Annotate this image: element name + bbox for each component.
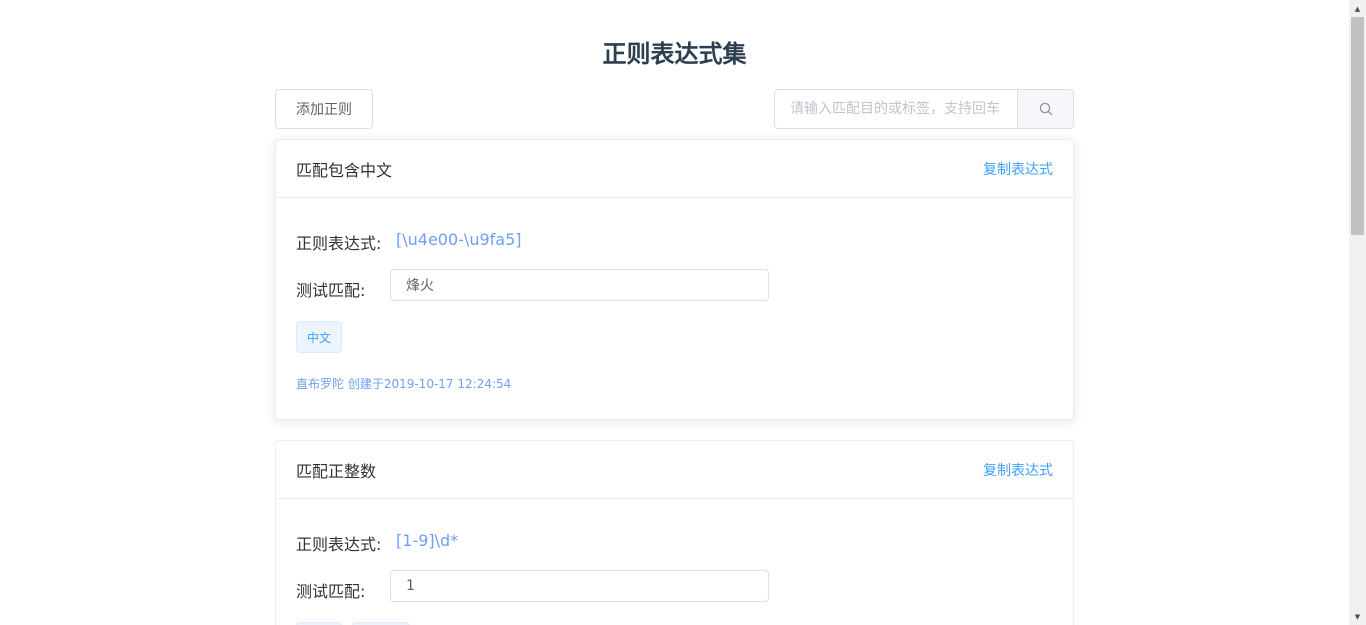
page-title: 正则表达式集: [602, 40, 747, 68]
regex-value: [\u4e00-\u9fa5]: [396, 230, 522, 249]
test-label: 测试匹配:: [296, 281, 366, 300]
scroll-up-arrow-icon[interactable]: ▲: [1349, 0, 1366, 17]
regex-label: 正则表达式:: [296, 535, 382, 554]
test-label: 测试匹配:: [296, 582, 366, 601]
add-regex-button[interactable]: 添加正则: [275, 89, 373, 129]
regex-card: 匹配正整数 复制表达式 正则表达式: [1-9]\d* 测试匹配:: [275, 440, 1074, 625]
search-button[interactable]: [1017, 89, 1074, 129]
regex-label: 正则表达式:: [296, 234, 382, 253]
tag[interactable]: 中文: [296, 321, 343, 353]
page: 正则表达式集 添加正则 匹配包含中文 复制表达式 正则表达式: [: [0, 0, 1366, 625]
search-group: [774, 89, 1074, 129]
scroll-down-arrow-icon[interactable]: ▼: [1349, 608, 1366, 625]
regex-value: [1-9]\d*: [396, 531, 459, 550]
card-title: 匹配正整数: [296, 461, 377, 481]
test-match-input[interactable]: [390, 570, 769, 602]
scroll-thumb[interactable]: [1351, 17, 1364, 235]
copy-regex-link[interactable]: 复制表达式: [983, 460, 1053, 480]
test-match-input[interactable]: [390, 269, 769, 301]
vertical-scrollbar[interactable]: ▲ ▼: [1349, 0, 1366, 625]
search-input[interactable]: [774, 89, 1017, 129]
search-icon: [1039, 102, 1053, 116]
created-meta: 直布罗陀 创建于2019-10-17 12:24:54: [296, 377, 512, 391]
card-header: 匹配包含中文 复制表达式: [276, 140, 1073, 198]
regex-card: 匹配包含中文 复制表达式 正则表达式: [\u4e00-\u9fa5] 测试匹配…: [275, 139, 1074, 420]
copy-regex-link[interactable]: 复制表达式: [983, 159, 1053, 179]
card-header: 匹配正整数 复制表达式: [276, 441, 1073, 499]
card-title: 匹配包含中文: [296, 160, 393, 180]
